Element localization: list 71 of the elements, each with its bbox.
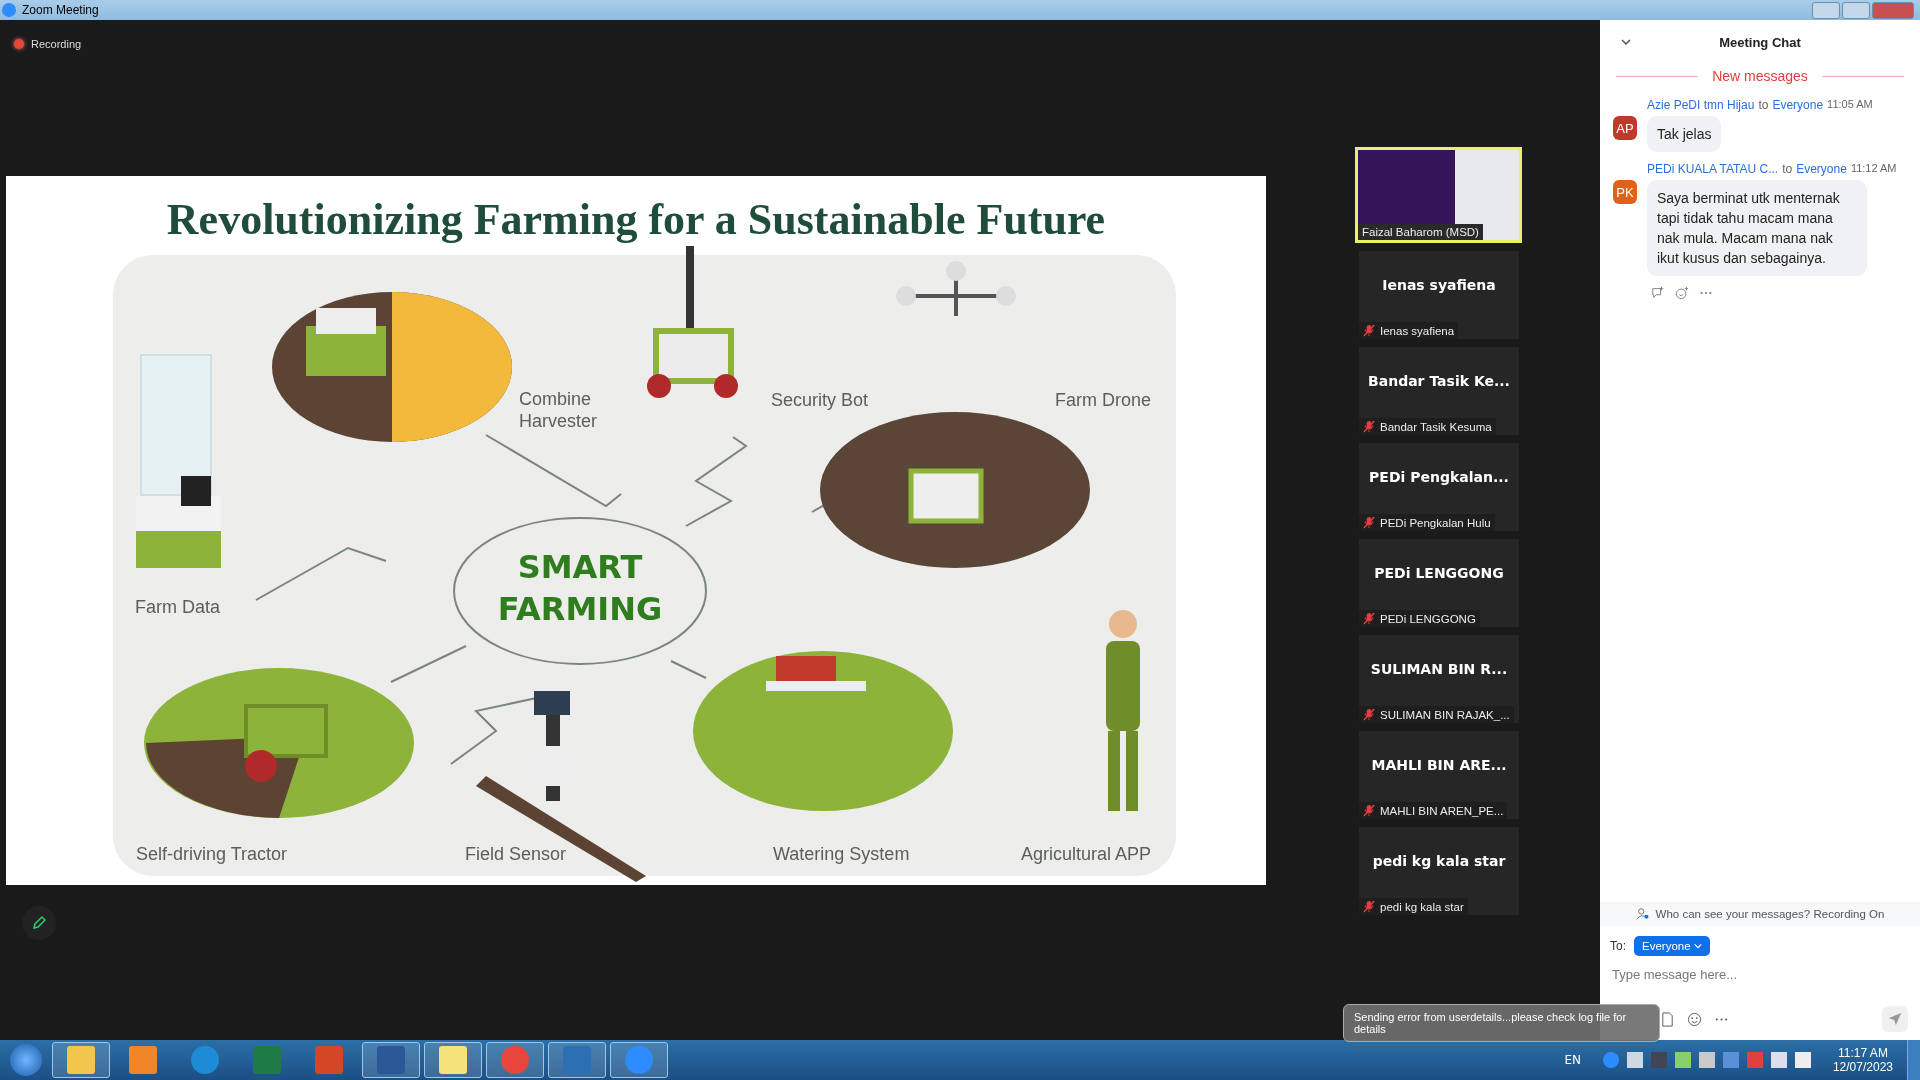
taskbar-app-button[interactable] <box>610 1042 668 1078</box>
file-icon[interactable] <box>1660 1011 1675 1027</box>
caption-text: Faizal Baharom (MSD) <box>1362 226 1479 238</box>
caption-text: SULIMAN BIN RAJAK_... <box>1380 708 1510 721</box>
show-desktop-button[interactable] <box>1907 1040 1920 1080</box>
chat-title: Meeting Chat <box>1718 34 1802 50</box>
participant-name: Bandar Tasik Ke... <box>1367 373 1511 389</box>
diagram-label: Security Bot <box>771 389 870 411</box>
to-label: To: <box>1610 939 1626 953</box>
participant-name: PEDi LENGGONG <box>1373 565 1505 581</box>
clock-date[interactable]: 12/07/2023 <box>1832 1060 1893 1074</box>
recipient-name: Everyone <box>1772 98 1824 112</box>
participant-name: PEDi Pengkalan... <box>1368 469 1510 485</box>
caret-icon <box>1693 942 1702 950</box>
taskbar-app-button[interactable] <box>362 1042 420 1078</box>
taskbar-app-button[interactable] <box>52 1042 110 1078</box>
to-word: to <box>1758 98 1769 112</box>
diagram-label: Combine Harvester <box>519 388 599 432</box>
slide-title: Revolutionizing Farming for a Sustainable Future <box>165 194 1107 245</box>
taskbar-app-button[interactable] <box>424 1042 482 1078</box>
caption-text: PEDi Pengkalan Hulu <box>1380 516 1491 529</box>
recording-label: Recording <box>31 38 82 50</box>
send-icon <box>1888 1012 1902 1026</box>
privacy-person-icon <box>1635 907 1650 921</box>
participant-name: Ienas syafiena <box>1381 277 1497 293</box>
taskbar-app-button[interactable] <box>548 1042 606 1078</box>
sender-name[interactable]: PEDi KUALA TATAU C... <box>1647 162 1779 176</box>
new-messages-divider: New messages <box>1712 68 1808 84</box>
to-word: to <box>1782 162 1793 176</box>
message-time: 11:12 AM <box>1850 162 1897 176</box>
emoji-icon[interactable] <box>1687 1011 1702 1027</box>
caption-text: MAHLI BIN AREN_PE... <box>1380 804 1504 817</box>
center-label: SMART FARMING <box>496 547 664 630</box>
caption-text: Bandar Tasik Kesuma <box>1380 420 1492 433</box>
clock-time[interactable]: 11:17 AM <box>1838 1046 1888 1060</box>
diagram-label: Agricultural APP <box>1021 843 1153 865</box>
diagram-label: Farm Data <box>135 596 222 618</box>
maximize-button[interactable] <box>1842 1 1870 19</box>
message-bubble: Tak jelas <box>1647 116 1722 152</box>
recipient-name: Everyone <box>1796 162 1847 176</box>
pencil-icon <box>31 915 47 931</box>
diagram-label: Watering System <box>773 843 911 865</box>
message-bubble: Saya berminat utk menternak tapi tidak tahu macam mana nak mula. Macam mana nak ikut kusus dan sebagainya. <box>1647 180 1867 276</box>
annotate-button[interactable] <box>22 906 56 940</box>
sender-avatar: PK <box>1613 180 1637 204</box>
sender-avatar: AP <box>1613 116 1637 140</box>
diagram-label: Self-driving Tractor <box>136 843 289 865</box>
close-button[interactable] <box>1872 1 1914 19</box>
collapse-chevron-icon[interactable] <box>1620 36 1632 48</box>
caption-text: pedi kg kala star <box>1380 900 1464 913</box>
send-button[interactable] <box>1882 1006 1908 1032</box>
participant-name: pedi kg kala star <box>1371 853 1507 869</box>
error-notification: Sending error from userdetails...please check log file for details <box>1343 1004 1660 1042</box>
recording-icon <box>14 39 24 49</box>
app-icon <box>2 3 16 17</box>
language-indicator[interactable]: EN <box>1554 1053 1591 1067</box>
message-time: 11:05 AM <box>1827 98 1873 112</box>
sender-name[interactable]: Azie PeDI tmn Hijau <box>1647 98 1755 112</box>
taskbar-app-button[interactable] <box>486 1042 544 1078</box>
participant-name: SULIMAN BIN R... <box>1369 661 1509 677</box>
connector-line <box>670 660 707 679</box>
minimize-button[interactable] <box>1812 1 1840 19</box>
participant-name: MAHLI BIN ARE... <box>1370 757 1508 773</box>
diagram-label: Field Sensor <box>465 843 568 865</box>
window-title: Zoom Meeting <box>22 3 99 17</box>
caption-text: PEDi LENGGONG <box>1380 612 1476 625</box>
add-reaction-icon[interactable] <box>1675 286 1689 300</box>
reply-icon[interactable] <box>1651 286 1665 300</box>
caption-text: Ienas syafiena <box>1380 324 1455 337</box>
recipient-dropdown[interactable]: Everyone <box>1634 936 1710 956</box>
diagram-label: Farm Drone <box>1055 389 1153 411</box>
